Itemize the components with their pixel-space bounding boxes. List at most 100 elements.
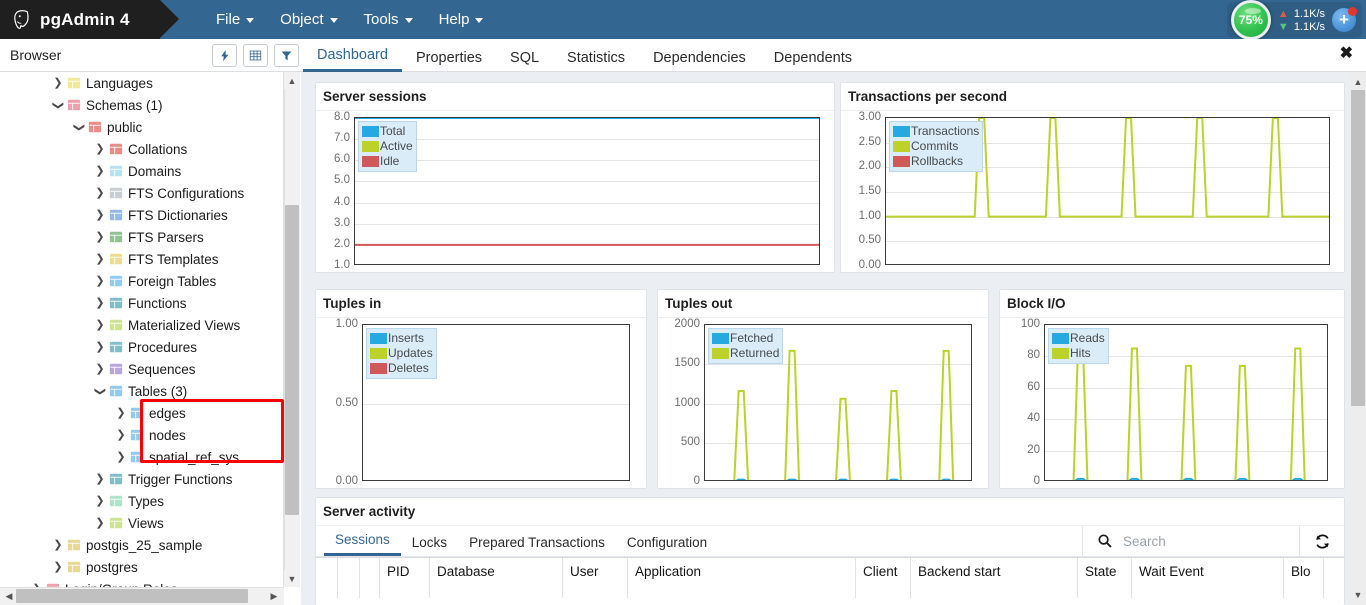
column-header-client[interactable]: Client [856,558,911,584]
tree-item-sequences[interactable]: ❯ Sequences [0,358,283,380]
legend-entry[interactable]: Returned [712,346,779,361]
tree-item-fts-dictionaries[interactable]: ❯ FTS Dictionaries [0,204,283,226]
chevron-right-icon[interactable]: ❯ [114,451,128,463]
scroll-down-arrow-icon[interactable]: ▼ [284,570,300,587]
grid-cell[interactable] [430,584,563,598]
tree-item-tables-3[interactable]: ❯ Tables (3) [0,380,283,402]
chevron-right-icon[interactable]: ❯ [51,539,65,551]
tree-item-views[interactable]: ❯ Views [0,512,283,534]
legend-entry[interactable]: Deletes [370,361,433,376]
tree-item-types[interactable]: ❯ Types [0,490,283,512]
legend-entry[interactable]: Commits [893,139,979,154]
dashboard-scroll-down-icon[interactable]: ▼ [1350,586,1366,603]
column-header-application[interactable]: Application [628,558,856,584]
column-header-backend-start[interactable]: Backend start [911,558,1078,584]
grid-cell[interactable] [856,584,911,598]
tab-dashboard[interactable]: Dashboard [303,47,402,72]
grid-cell[interactable] [1284,584,1324,598]
chevron-right-icon[interactable]: ❯ [93,165,107,177]
chevron-right-icon[interactable]: ❯ [93,517,107,529]
column-header-blank[interactable] [316,558,338,584]
activity-tab-sessions[interactable]: Sessions [324,532,401,556]
chevron-right-icon[interactable]: ❯ [93,187,107,199]
tree-item-nodes[interactable]: ❯ nodes [0,424,283,446]
search-input[interactable] [1123,533,1288,549]
chevron-right-icon[interactable]: ❯ [93,473,107,485]
scroll-left-arrow-icon[interactable]: ◀ [1,588,17,604]
dashboard-scroll-thumb[interactable] [1351,90,1365,406]
tree-item-login-group-roles[interactable]: ❯Login/Group Roles [0,578,283,587]
legend-entry[interactable]: Hits [1052,346,1105,361]
sidebar-hscroll-thumb[interactable] [16,589,248,603]
tab-dependencies[interactable]: Dependencies [639,50,760,73]
tree-item-collations[interactable]: ❯ Collations [0,138,283,160]
tree-item-procedures[interactable]: ❯ Procedures [0,336,283,358]
menu-file[interactable]: File [206,7,264,32]
dashboard-scroll-up-icon[interactable]: ▲ [1350,73,1366,90]
tab-statistics[interactable]: Statistics [553,50,639,73]
chevron-right-icon[interactable]: ❯ [93,253,107,265]
column-header-state[interactable]: State [1078,558,1132,584]
add-button-badge[interactable]: + [1332,7,1357,32]
grid-cell[interactable] [1132,584,1284,598]
grid-cell[interactable] [380,584,430,598]
grid-cell[interactable] [338,584,360,598]
tree-item-spatial-ref-sys[interactable]: ❯ spatial_ref_sys [0,446,283,468]
legend-entry[interactable]: Updates [370,346,433,361]
chevron-right-icon[interactable]: ❯ [114,407,128,419]
chevron-right-icon[interactable]: ❯ [93,363,107,375]
chevron-right-icon[interactable]: ❯ [93,297,107,309]
tree-item-foreign-tables[interactable]: ❯ Foreign Tables [0,270,283,292]
column-header-blank[interactable] [360,558,380,584]
tree-item-schemas-1[interactable]: ❯ Schemas (1) [0,94,283,116]
chevron-right-icon[interactable]: ❯ [93,275,107,287]
tree-item-postgres[interactable]: ❯ postgres [0,556,283,578]
legend-entry[interactable]: Inserts [370,331,433,346]
tab-sql[interactable]: SQL [496,50,553,73]
legend-entry[interactable]: Total [362,124,413,139]
menu-tools[interactable]: Tools [354,7,423,32]
tree-item-postgis-25-sample[interactable]: ❯ postgis_25_sample [0,534,283,556]
sidebar-scroll-thumb[interactable] [285,205,299,515]
close-icon[interactable]: ✖ [1340,46,1353,62]
legend-entry[interactable]: Transactions [893,124,979,139]
query-tool-button[interactable] [212,44,237,67]
tree-item-fts-configurations[interactable]: ❯ FTS Configurations [0,182,283,204]
chevron-down-icon[interactable]: ❯ [72,122,86,133]
refresh-button[interactable] [1303,529,1341,554]
tree-item-materialized-views[interactable]: ❯ Materialized Views [0,314,283,336]
legend-entry[interactable]: Fetched [712,331,779,346]
scroll-up-arrow-icon[interactable]: ▲ [284,72,300,89]
chevron-right-icon[interactable]: ❯ [51,561,65,573]
legend-entry[interactable]: Active [362,139,413,154]
activity-tab-locks[interactable]: Locks [401,535,458,556]
cpu-usage-gauge[interactable]: 75% [1230,0,1271,40]
tree-item-fts-templates[interactable]: ❯ FTS Templates [0,248,283,270]
chevron-right-icon[interactable]: ❯ [93,319,107,331]
session-grid-row[interactable] [316,584,1344,598]
legend-entry[interactable]: Reads [1052,331,1105,346]
tree-item-fts-parsers[interactable]: ❯ FTS Parsers [0,226,283,248]
chevron-down-icon[interactable]: ❯ [93,386,107,397]
grid-cell[interactable] [1078,584,1132,598]
chevron-right-icon[interactable]: ❯ [114,429,128,441]
tree-item-functions[interactable]: ❯ Functions [0,292,283,314]
browser-tree[interactable]: ❯ Languages ❯ Schemas (1) ❯ public ❯ Collations… [0,72,284,587]
column-header-wait-event[interactable]: Wait Event [1132,558,1284,584]
column-header-database[interactable]: Database [430,558,563,584]
activity-tab-configuration[interactable]: Configuration [616,535,718,556]
tree-item-edges[interactable]: ❯ edges [0,402,283,424]
chevron-right-icon[interactable]: ❯ [51,77,65,89]
menu-object[interactable]: Object [270,7,347,32]
tree-item-trigger-functions[interactable]: ❯ Trigger Functions [0,468,283,490]
filter-button[interactable] [274,44,299,67]
tree-item-languages[interactable]: ❯ Languages [0,72,283,94]
grid-cell[interactable] [563,584,628,598]
column-header-blo[interactable]: Blo [1284,558,1324,584]
menu-help[interactable]: Help [429,7,494,32]
grid-cell[interactable] [911,584,1078,598]
grid-view-button[interactable] [243,44,268,67]
chevron-right-icon[interactable]: ❯ [93,495,107,507]
legend-entry[interactable]: Idle [362,154,413,169]
tree-item-domains[interactable]: ❯ Domains [0,160,283,182]
